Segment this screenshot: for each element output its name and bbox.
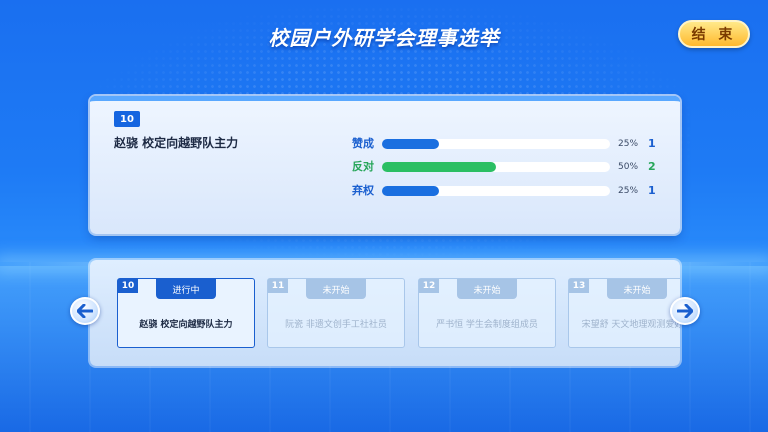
vote-percent: 25% — [618, 186, 639, 196]
vote-bar-track — [382, 186, 610, 196]
vote-count: 1 — [648, 184, 656, 197]
current-number-badge: 10 — [114, 111, 140, 127]
vote-bar-fill — [382, 162, 496, 172]
card-number: 11 — [268, 279, 288, 293]
card-candidate-text: 宋望舒 天文地理观测爱好者 — [581, 320, 680, 330]
vote-row-abstain: 弃权 25% 1 — [352, 183, 672, 199]
candidate-carousel: 10 进行中 赵骁 校定向越野队主力 11 未开始 阮瓷 非遗文创手工社社员 1… — [90, 260, 680, 366]
candidate-card[interactable]: 11 未开始 阮瓷 非遗文创手工社社员 — [267, 278, 405, 348]
card-status-tag: 未开始 — [306, 279, 366, 299]
card-status-tag: 未开始 — [607, 279, 667, 299]
candidate-card[interactable]: 12 未开始 严书恒 学生会制度组成员 — [418, 278, 556, 348]
card-status-tag: 进行中 — [156, 279, 216, 299]
page-title: 校园户外研学会理事选举 — [268, 26, 500, 50]
card-candidate-text: 阮瓷 非遗文创手工社社员 — [285, 320, 387, 330]
vote-count: 2 — [648, 160, 656, 173]
card-status-tag: 未开始 — [457, 279, 517, 299]
vote-percent: 25% — [618, 139, 639, 149]
card-candidate-text: 赵骁 校定向越野队主力 — [139, 320, 233, 330]
candidate-card[interactable]: 13 未开始 宋望舒 天文地理观测爱好者 — [568, 278, 680, 348]
vote-count: 1 — [648, 137, 656, 150]
end-button[interactable]: 结 束 — [678, 20, 750, 48]
card-number: 12 — [419, 279, 439, 293]
vote-bar-track — [382, 139, 610, 149]
vote-percent: 50% — [618, 162, 639, 172]
arrow-right-icon — [677, 304, 693, 318]
vote-label: 赞成 — [352, 137, 374, 150]
candidate-card[interactable]: 10 进行中 赵骁 校定向越野队主力 — [117, 278, 255, 348]
vote-bar-fill — [382, 139, 439, 149]
card-number: 13 — [569, 279, 589, 293]
card-candidate-text: 严书恒 学生会制度组成员 — [436, 320, 538, 330]
arrow-left-icon — [77, 304, 93, 318]
vote-bar-fill — [382, 186, 439, 196]
vote-row-oppose: 反对 50% 2 — [352, 159, 672, 175]
vote-label: 反对 — [352, 160, 374, 173]
next-button[interactable] — [670, 297, 700, 325]
current-vote-panel: 10 赵骁 校定向越野队主力 赞成 25% 1 反对 50% 2 弃权 25% … — [90, 96, 680, 234]
vote-bar-track — [382, 162, 610, 172]
vote-row-approve: 赞成 25% 1 — [352, 136, 672, 152]
current-candidate-name: 赵骁 校定向越野队主力 — [114, 136, 239, 150]
prev-button[interactable] — [70, 297, 100, 325]
card-number: 10 — [118, 279, 138, 293]
vote-label: 弃权 — [352, 184, 374, 197]
